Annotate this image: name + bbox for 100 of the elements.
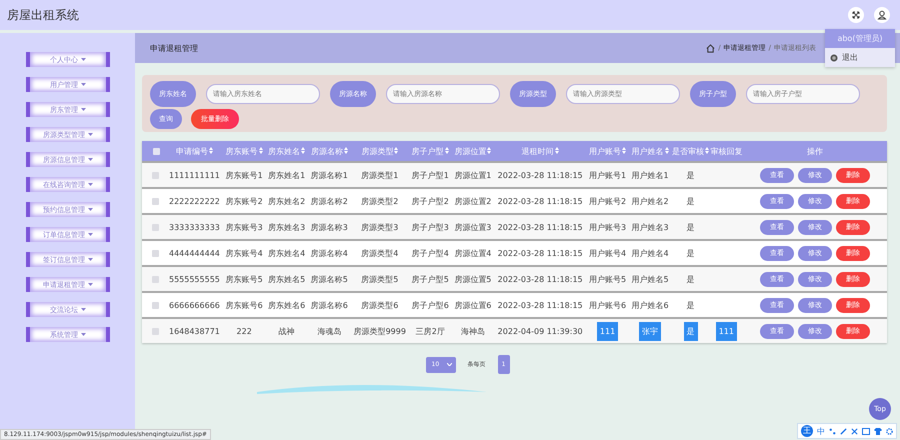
sort-icon[interactable] [394,146,398,154]
caret-icon [81,83,86,86]
table-cell: 111 [716,322,737,340]
table-cell: 用户姓名6 [632,300,669,310]
sort-icon[interactable] [208,146,213,154]
table-cell: 房东账号4 [226,248,263,258]
caret-icon [88,158,93,161]
table-cell: 房源类型9999 [354,326,406,336]
table-cell: 房源名称1 [310,170,348,180]
logout-menu-item[interactable]: 退出 [825,48,895,67]
table-cell: 房东账号1 [226,170,263,180]
table-cell: 222 [236,326,252,336]
table-cell: 2022-03-28 11:18:15 [498,196,583,206]
table-cell: 用户姓名4 [632,248,669,258]
caret-icon [88,133,93,136]
table-cell: 房源名称5 [310,274,348,284]
table-cell: 战神 [278,326,295,336]
ime-logo[interactable]: 王 [801,425,813,437]
table-cell: 房源名称2 [310,196,348,206]
table-cell: 是 [684,322,698,340]
column-header[interactable]: 房东姓名 [265,141,308,162]
table-cell: 2022-03-28 11:18:15 [498,222,583,232]
row-checkbox[interactable] [152,328,158,335]
table-cell: 房源名称4 [310,248,348,258]
logout-icon [830,54,838,62]
row-checkbox[interactable] [152,198,158,205]
user-icon[interactable] [874,7,890,23]
column-header[interactable]: 房子户型 [408,141,452,162]
table-cell: 用户账号1 [588,170,626,180]
fullscreen-icon[interactable] [848,7,864,23]
sort-icon[interactable] [664,146,669,154]
row-checkbox[interactable] [152,276,158,283]
sort-icon[interactable] [258,146,263,154]
table-cell: 房源类型3 [361,222,398,232]
table-cell: 6666666666 [168,300,220,310]
user-name: abo(管理员) [825,29,895,48]
column-header[interactable]: 用户账号 [586,141,629,162]
table-cell: 用户账号3 [588,222,626,232]
table-cell: 房东姓名3 [268,222,306,232]
table-cell: 房子户型2 [412,196,449,206]
column-header[interactable]: 是否审核 [671,141,710,162]
sort-icon[interactable] [622,146,626,154]
table-cell: 是 [686,170,695,180]
table-cell: 用户账号5 [588,274,626,284]
column-header[interactable]: 房源类型 [350,141,409,162]
ime-mode-toggle[interactable]: 中 [817,426,825,436]
table-cell: 5555555555 [168,274,220,284]
table-cell: 2022-03-28 11:18:15 [498,274,583,284]
column-header[interactable]: 房源名称 [308,141,351,162]
sort-icon[interactable] [487,146,492,154]
table-cell: 是 [686,274,695,284]
row-checkbox[interactable] [152,172,158,179]
table-cell: 用户姓名1 [632,170,669,180]
table-cell: 张宇 [639,322,662,340]
table-cell: 是 [686,248,695,258]
keyboard-icon[interactable] [862,428,870,434]
table-cell: 房源位置2 [454,196,492,206]
column-header[interactable]: 操作 [743,141,887,162]
table-cell: 房子户型6 [412,300,449,310]
table-cell: 用户账号2 [588,196,626,206]
table-cell: 房东姓名5 [268,274,306,284]
table-cell: 用户姓名3 [632,222,669,232]
column-header[interactable]: 用户姓名 [628,141,672,162]
column-header[interactable]: 退租时间 [494,141,586,162]
caret-icon [81,308,86,311]
page-title: 申请退租管理 [150,42,198,54]
table-cell: 房源位置5 [454,274,492,284]
shirt-icon[interactable] [874,428,882,434]
caret-icon [81,108,86,111]
table-cell: 是 [686,300,695,310]
table-cell: 房子户型4 [412,248,449,258]
column-header[interactable]: 房源位置 [452,141,494,162]
home-icon[interactable] [706,44,716,52]
punctuation-icon[interactable] [829,428,836,434]
caret-icon [88,233,93,236]
table-cell: 海神岛 [460,326,485,336]
settings-icon[interactable] [886,428,893,434]
sort-icon[interactable] [554,146,559,154]
row-checkbox[interactable] [152,302,158,309]
chevron-down-icon [446,363,452,366]
table-cell: 房东账号5 [226,274,263,284]
table-cell: 海魂岛 [317,326,342,336]
table-cell: 房东账号2 [226,196,263,206]
table-cell: 房源类型1 [361,170,398,180]
row-checkbox[interactable] [152,224,158,231]
sort-icon[interactable] [344,146,348,154]
caret-icon [81,58,86,61]
column-header[interactable]: 申请编号 [166,141,223,162]
table-cell: 用户账号4 [588,248,626,258]
column-header[interactable]: 审核回复 [710,141,743,162]
table-cell: 用户姓名2 [632,196,669,206]
table-cell: 房子户型1 [412,170,449,180]
table-cell: 房源位置4 [454,248,492,258]
column-header[interactable]: 房东账号 [222,141,266,162]
table-cell: 房源类型5 [361,274,398,284]
select-all-checkbox[interactable] [152,148,160,155]
table-cell: 房子户型3 [412,222,449,232]
row-checkbox[interactable] [152,250,158,257]
sort-icon[interactable] [301,146,306,154]
sort-icon[interactable] [444,146,449,154]
